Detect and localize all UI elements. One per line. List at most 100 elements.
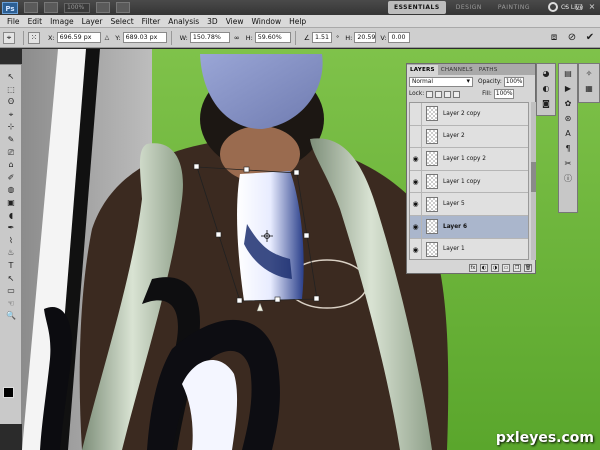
zoom-tool-icon[interactable]: 🔍 (2, 310, 20, 323)
minimize-button[interactable]: – (561, 2, 571, 12)
layer-row[interactable]: ◉ Layer 1 copy (410, 170, 528, 194)
tab-paths[interactable]: PATHS (476, 65, 501, 75)
move-tool-icon[interactable]: ↖ (2, 71, 20, 84)
layer-row[interactable]: Layer 2 copy (410, 103, 528, 126)
cancel-transform-button[interactable]: ⊘ (566, 32, 578, 44)
visibility-eye-icon[interactable]: ◉ (410, 193, 422, 215)
lock-all-icon[interactable] (453, 90, 461, 98)
warp-mode-icon[interactable]: ⧈ (548, 32, 560, 44)
visibility-eye-icon[interactable]: ◉ (410, 148, 422, 170)
layer-row[interactable]: ◉ Layer 1 (410, 238, 528, 259)
menu-filter[interactable]: Filter (138, 17, 165, 26)
character-panel-icon[interactable]: A (561, 128, 575, 139)
adjustment-layer-icon[interactable]: ◑ (491, 263, 499, 272)
x-position-input[interactable]: 696.59 px (56, 32, 101, 43)
pen-tool-icon[interactable]: ♨ (2, 247, 20, 260)
visibility-eye-icon[interactable]: ◉ (410, 238, 422, 259)
gradient-tool-icon[interactable]: ◖ (2, 210, 20, 223)
menu-layer[interactable]: Layer (78, 17, 107, 26)
visibility-eye-icon[interactable] (410, 125, 422, 148)
rotation-input[interactable]: 1.51 (312, 32, 333, 43)
close-button[interactable]: × (587, 2, 597, 12)
screen-mode-button[interactable] (116, 2, 130, 13)
zoom-level-field[interactable]: 100% (64, 2, 90, 13)
menu-file[interactable]: File (3, 17, 24, 26)
clone-stamp-tool-icon[interactable]: ✐ (2, 172, 20, 185)
dodge-tool-icon[interactable]: ⌇ (2, 235, 20, 248)
quick-select-tool-icon[interactable]: ⌖ (2, 109, 20, 122)
type-tool-icon[interactable]: T (2, 260, 20, 273)
lock-transparency-icon[interactable] (426, 90, 434, 98)
visibility-eye-icon[interactable]: ◉ (410, 215, 422, 238)
brush-tool-icon[interactable]: ⌂ (2, 159, 20, 172)
menu-view[interactable]: View (222, 17, 248, 26)
path-selection-tool-icon[interactable]: ↖ (2, 273, 20, 286)
visibility-eye-icon[interactable] (410, 103, 422, 125)
scrollbar-thumb[interactable] (531, 162, 536, 192)
history-brush-tool-icon[interactable]: ◍ (2, 184, 20, 197)
color-panel-icon[interactable]: ◕ (539, 68, 553, 79)
menu-3d[interactable]: 3D (203, 17, 222, 26)
maximize-button[interactable]: □ (574, 2, 584, 12)
opacity-input[interactable]: 100% (503, 76, 524, 87)
bridge-button[interactable] (24, 2, 38, 13)
adjustments-panel-icon[interactable]: ◐ (539, 83, 553, 94)
vertical-skew-input[interactable]: 0.00 (388, 32, 411, 43)
lock-position-icon[interactable] (444, 90, 452, 98)
height-scale-input[interactable]: 59.60% (254, 32, 291, 43)
tab-channels[interactable]: CHANNELS (438, 65, 476, 75)
masks-panel-icon[interactable]: ◙ (539, 98, 553, 109)
y-position-input[interactable]: 689.03 px (122, 32, 167, 43)
shape-tool-icon[interactable]: ▭ (2, 285, 20, 298)
width-scale-input[interactable]: 150.78% (189, 32, 230, 43)
layer-row[interactable]: Layer 2 (410, 125, 528, 149)
link-icon[interactable]: ∞ (234, 34, 240, 42)
blur-tool-icon[interactable]: ✒ (2, 222, 20, 235)
marquee-tool-icon[interactable]: ⬚ (2, 84, 20, 97)
crop-tool-icon[interactable]: ⊹ (2, 121, 20, 134)
eyedropper-tool-icon[interactable]: ✎ (2, 134, 20, 147)
hand-tool-icon[interactable]: ☜ (2, 298, 20, 311)
histogram-panel-icon[interactable]: ▦ (582, 83, 596, 94)
brushes-panel-icon[interactable]: ✿ (561, 98, 575, 109)
new-group-icon[interactable]: ▭ (502, 263, 510, 272)
blend-mode-select[interactable]: Normal (409, 76, 473, 87)
lock-pixels-icon[interactable] (435, 90, 443, 98)
menu-image[interactable]: Image (46, 17, 78, 26)
horizontal-skew-input[interactable]: 20.59 (354, 32, 377, 43)
commit-transform-button[interactable]: ✔ (584, 32, 596, 44)
eraser-tool-icon[interactable]: ▣ (2, 197, 20, 210)
layer-style-icon[interactable]: fx (469, 263, 477, 272)
workspace-design[interactable]: DESIGN (450, 1, 488, 14)
transform-tool-icon[interactable]: ⌖ (3, 31, 15, 44)
workspace-essentials[interactable]: ESSENTIALS (388, 1, 446, 14)
layer-row[interactable]: ◉ Layer 6 (410, 215, 528, 239)
info-panel-icon[interactable]: ⓘ (561, 173, 575, 184)
layer-mask-icon[interactable]: ◐ (480, 263, 488, 272)
tool-presets-panel-icon[interactable]: ✂ (561, 158, 575, 169)
mini-bridge-button[interactable] (44, 2, 58, 13)
visibility-eye-icon[interactable]: ◉ (410, 170, 422, 193)
arrange-documents-button[interactable] (96, 2, 110, 13)
layer-row[interactable]: ◉ Layer 5 (410, 193, 528, 216)
menu-edit[interactable]: Edit (24, 17, 47, 26)
clone-source-panel-icon[interactable]: ⊛ (561, 113, 575, 124)
delete-layer-icon[interactable]: 🗑 (524, 263, 532, 272)
tab-layers[interactable]: LAYERS (407, 65, 438, 75)
layer-row[interactable]: ◉ Layer 1 copy 2 (410, 148, 528, 171)
history-panel-icon[interactable]: ▤ (561, 68, 575, 79)
color-swatches[interactable] (3, 387, 19, 405)
relative-position-icon[interactable]: △ (105, 34, 110, 41)
fill-input[interactable]: 100% (493, 89, 514, 99)
foreground-color-swatch[interactable] (3, 387, 14, 398)
menu-help[interactable]: Help (285, 17, 310, 26)
menu-window[interactable]: Window (248, 17, 286, 26)
workspace-painting[interactable]: PAINTING (492, 1, 536, 14)
lasso-tool-icon[interactable]: ʘ (2, 96, 20, 109)
paragraph-panel-icon[interactable]: ¶ (561, 143, 575, 154)
healing-brush-tool-icon[interactable]: ⎚ (2, 147, 20, 160)
navigator-panel-icon[interactable]: ✧ (582, 68, 596, 79)
menu-analysis[interactable]: Analysis (164, 17, 203, 26)
menu-select[interactable]: Select (107, 17, 138, 26)
new-layer-icon[interactable]: ❐ (513, 263, 521, 272)
